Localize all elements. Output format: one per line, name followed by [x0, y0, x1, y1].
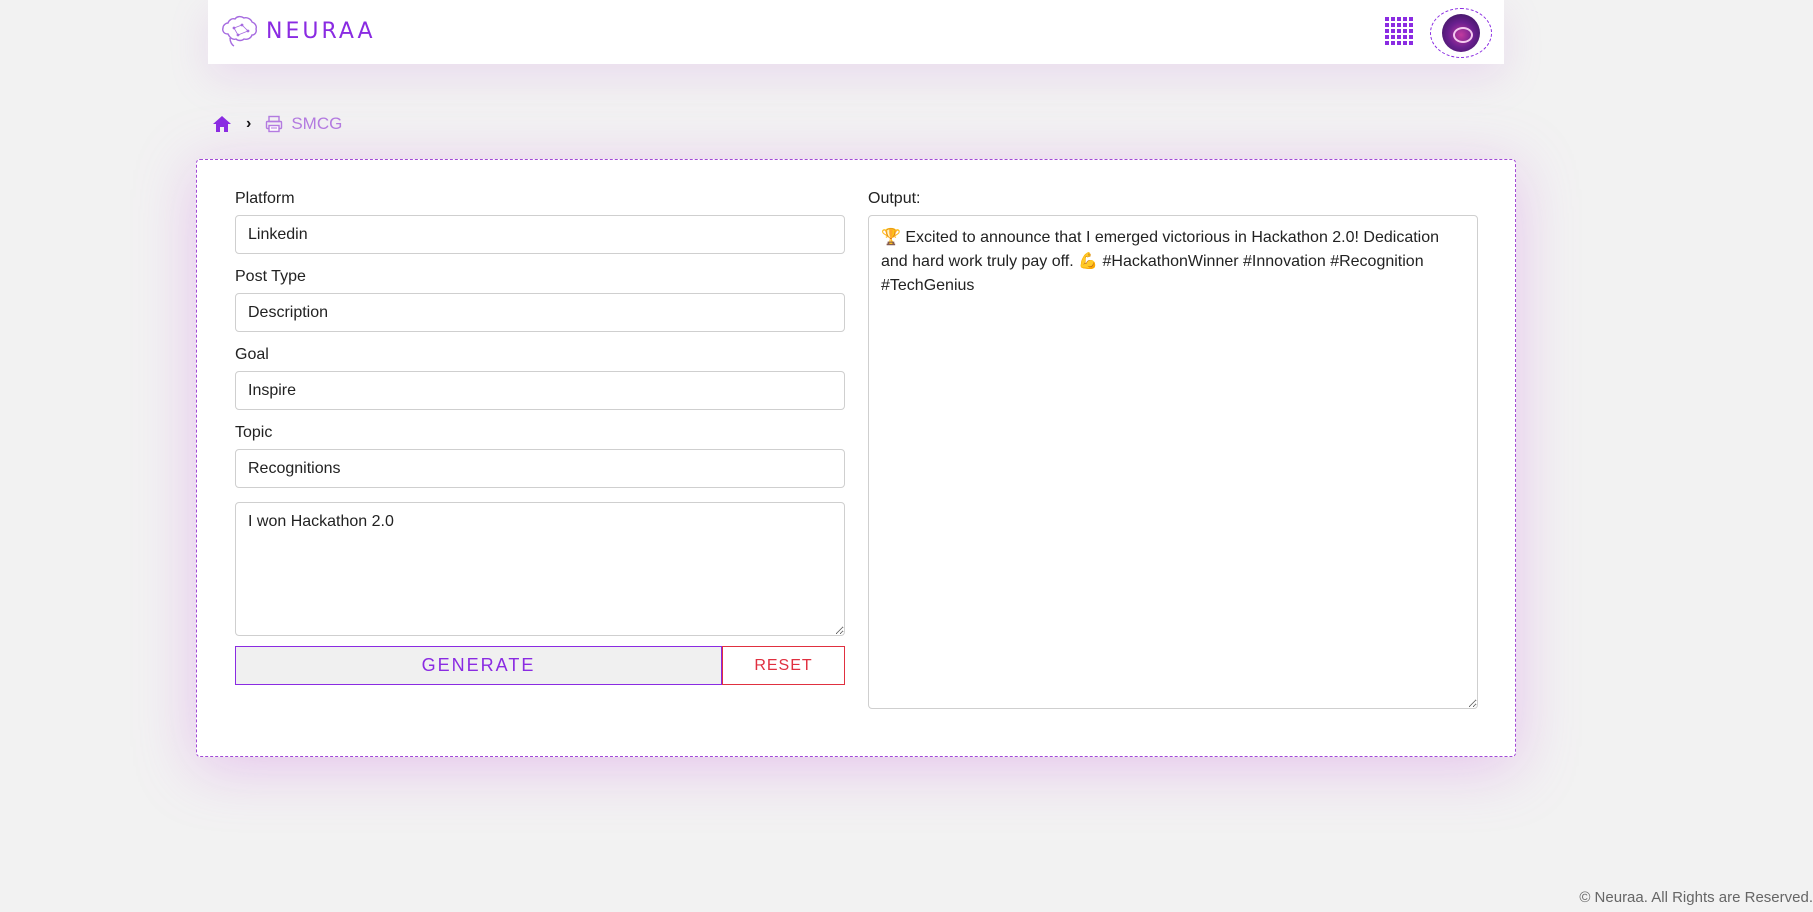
- home-icon[interactable]: [212, 114, 232, 134]
- breadcrumb: › SMCG: [212, 114, 342, 134]
- brand-name: NEURAA: [266, 18, 376, 44]
- avatar: [1442, 14, 1480, 52]
- output-label: Output:: [868, 190, 921, 207]
- prompt-textarea[interactable]: I won Hackathon 2.0: [235, 502, 845, 636]
- output-textarea[interactable]: 🏆 Excited to announce that I emerged vic…: [868, 215, 1478, 709]
- printer-icon: [266, 115, 283, 133]
- input-form: Platform Post Type Goal Topic I won Hack…: [235, 190, 845, 685]
- breadcrumb-separator: ›: [246, 115, 252, 132]
- platform-label: Platform: [235, 190, 295, 207]
- footer-copyright: © Neuraa. All Rights are Reserved.: [1579, 889, 1813, 906]
- reset-button[interactable]: RESET: [722, 646, 845, 685]
- breadcrumb-current[interactable]: SMCG: [265, 114, 342, 134]
- topic-field[interactable]: [235, 449, 845, 488]
- platform-field[interactable]: [235, 215, 845, 254]
- output-panel: Output: 🏆 Excited to announce that I eme…: [868, 190, 1478, 709]
- generator-card: Platform Post Type Goal Topic I won Hack…: [196, 159, 1516, 757]
- form-actions: GENERATE RESET: [235, 646, 845, 685]
- goal-label: Goal: [235, 346, 269, 363]
- goal-field[interactable]: [235, 371, 845, 410]
- grid-icon[interactable]: [1384, 16, 1414, 46]
- brain-icon: [222, 15, 257, 47]
- topic-label: Topic: [235, 424, 273, 441]
- breadcrumb-current-label: SMCG: [291, 114, 343, 133]
- generate-button[interactable]: GENERATE: [235, 646, 722, 685]
- brand-logo[interactable]: NEURAA: [220, 14, 376, 48]
- top-navbar: NEURAA: [208, 0, 1504, 64]
- user-avatar-button[interactable]: [1430, 8, 1492, 58]
- post-type-label: Post Type: [235, 268, 306, 285]
- post-type-field[interactable]: [235, 293, 845, 332]
